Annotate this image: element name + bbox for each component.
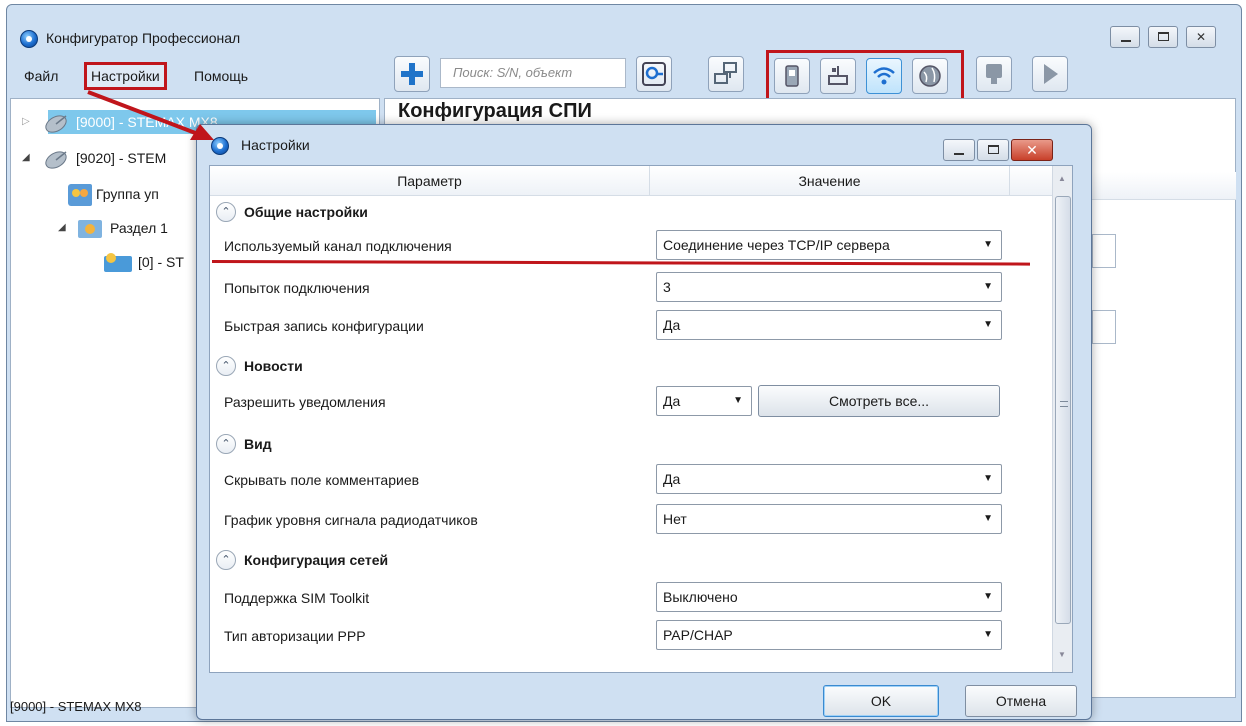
play-button[interactable] [1032,56,1068,92]
app-icon [20,30,38,48]
dropdown-arrow-icon: ▼ [983,629,993,640]
maximize-button[interactable] [1148,26,1178,48]
scroll-down-arrow-icon[interactable]: ▼ [1058,650,1066,659]
right-panel-input-1[interactable] [1092,234,1116,268]
minimize-button[interactable] [1110,26,1140,48]
expand-arrow-icon[interactable]: ▷ [22,110,30,134]
scrollbar-thumb[interactable] [1055,196,1071,624]
play-icon [1044,64,1058,84]
right-panel-header-strip [1092,172,1236,200]
satellite-icon [45,151,67,169]
select-signal-graph[interactable]: Нет ▼ [656,504,1002,534]
collapse-chevron-icon[interactable]: ⌃ [216,550,236,570]
magnifier-icon [642,62,666,86]
grip-icon [1060,401,1068,407]
collapse-arrow-icon[interactable]: ◢ [58,216,66,240]
param-label-notifications: Разрешить уведомления [224,394,386,410]
select-channel[interactable]: Соединение через TCP/IP сервера ▼ [656,230,1002,260]
section-title-news: Новости [244,358,303,374]
menu-settings[interactable]: Настройки [84,62,167,90]
tree-node-label: Раздел 1 [110,220,168,236]
tree-node-label: [0] - ST [138,254,184,270]
device-icon [104,253,132,272]
section-icon [78,220,102,238]
add-button[interactable] [394,56,430,92]
settings-grid: Параметр Значение ⌃ Общие настройки Испо… [209,165,1073,673]
dropdown-arrow-icon: ▼ [983,281,993,292]
collapse-chevron-icon[interactable]: ⌃ [216,202,236,222]
select-value: Нет [663,511,687,527]
select-value: PAP/CHAP [663,627,733,643]
plus-icon [401,63,423,85]
param-label-sim-toolkit: Поддержка SIM Toolkit [224,590,370,606]
param-label-attempts: Попыток подключения [224,280,370,296]
select-sim-toolkit[interactable]: Выключено ▼ [656,582,1002,612]
view-all-button[interactable]: Смотреть все... [758,385,1000,417]
column-header-value[interactable]: Значение [650,166,1010,196]
status-text: [9000] - STEMAX MX8 [10,699,142,714]
select-value: Да [663,393,681,409]
scroll-up-arrow-icon[interactable]: ▲ [1058,174,1066,183]
toolbar-highlight-box [766,50,964,104]
dialog-title: Настройки [241,137,310,153]
dropdown-arrow-icon: ▼ [983,239,993,250]
select-fast-write[interactable]: Да ▼ [656,310,1002,340]
param-label-ppp-auth: Тип авторизации PPP [224,628,366,644]
select-value: Да [663,317,681,333]
menu-bar: Файл Настройки Помощь [20,62,280,92]
tree-node-label: Группа уп [96,186,159,202]
menu-help[interactable]: Помощь [190,62,252,90]
column-header-parameter[interactable]: Параметр [210,166,650,196]
param-label-channel: Используемый канал подключения [224,238,452,254]
select-value: 3 [663,279,671,295]
dropdown-arrow-icon: ▼ [983,319,993,330]
section-title-general: Общие настройки [244,204,368,220]
vertical-scrollbar[interactable]: ▲ ▼ [1052,166,1072,672]
cancel-button[interactable]: Отмена [965,685,1077,717]
select-hide-comments[interactable]: Да ▼ [656,464,1002,494]
group-icon [68,184,92,206]
collapse-chevron-icon[interactable]: ⌃ [216,356,236,376]
search-input[interactable]: Поиск: S/N, объект [440,58,626,88]
network-icon [714,62,737,84]
device-icon [986,64,1002,84]
dialog-close-button[interactable]: ✕ [1011,139,1053,161]
dropdown-arrow-icon: ▼ [983,513,993,524]
section-title-networks: Конфигурация сетей [244,552,389,568]
right-heading: Конфигурация СПИ [398,100,592,122]
dialog-minimize-button[interactable] [943,139,975,161]
dialog-maximize-button[interactable] [977,139,1009,161]
collapse-arrow-icon[interactable]: ◢ [22,146,30,170]
column-header-blank [1010,166,1052,196]
param-label-hide-comments: Скрывать поле комментариев [224,472,420,488]
ok-button[interactable]: OK [823,685,939,717]
select-value: Да [663,471,681,487]
dropdown-arrow-icon: ▼ [733,395,743,406]
menu-file[interactable]: Файл [20,62,62,90]
select-value: Выключено [663,589,738,605]
tree-node-label: [9020] - STEM [76,150,167,166]
select-attempts[interactable]: 3 ▼ [656,272,1002,302]
param-label-fast-write: Быстрая запись конфигурации [224,318,424,334]
dropdown-arrow-icon: ▼ [983,591,993,602]
select-notifications[interactable]: Да ▼ [656,386,752,416]
main-title: Конфигуратор Профессионал [46,30,241,46]
select-ppp-auth[interactable]: PAP/CHAP ▼ [656,620,1002,650]
satellite-icon [45,115,67,133]
select-value: Соединение через TCP/IP сервера [663,237,890,253]
section-title-view: Вид [244,436,272,452]
settings-dialog: Настройки ✕ Параметр Значение ⌃ Общие на… [196,124,1092,720]
search-button[interactable] [636,56,672,92]
device-button[interactable] [976,56,1012,92]
dropdown-arrow-icon: ▼ [983,473,993,484]
dialog-app-icon [211,137,229,155]
param-label-signal-graph: График уровня сигнала радиодатчиков [224,512,478,528]
right-panel-input-2[interactable] [1092,310,1116,344]
close-button[interactable]: ✕ [1186,26,1216,48]
collapse-chevron-icon[interactable]: ⌃ [216,434,236,454]
network-button[interactable] [708,56,744,92]
